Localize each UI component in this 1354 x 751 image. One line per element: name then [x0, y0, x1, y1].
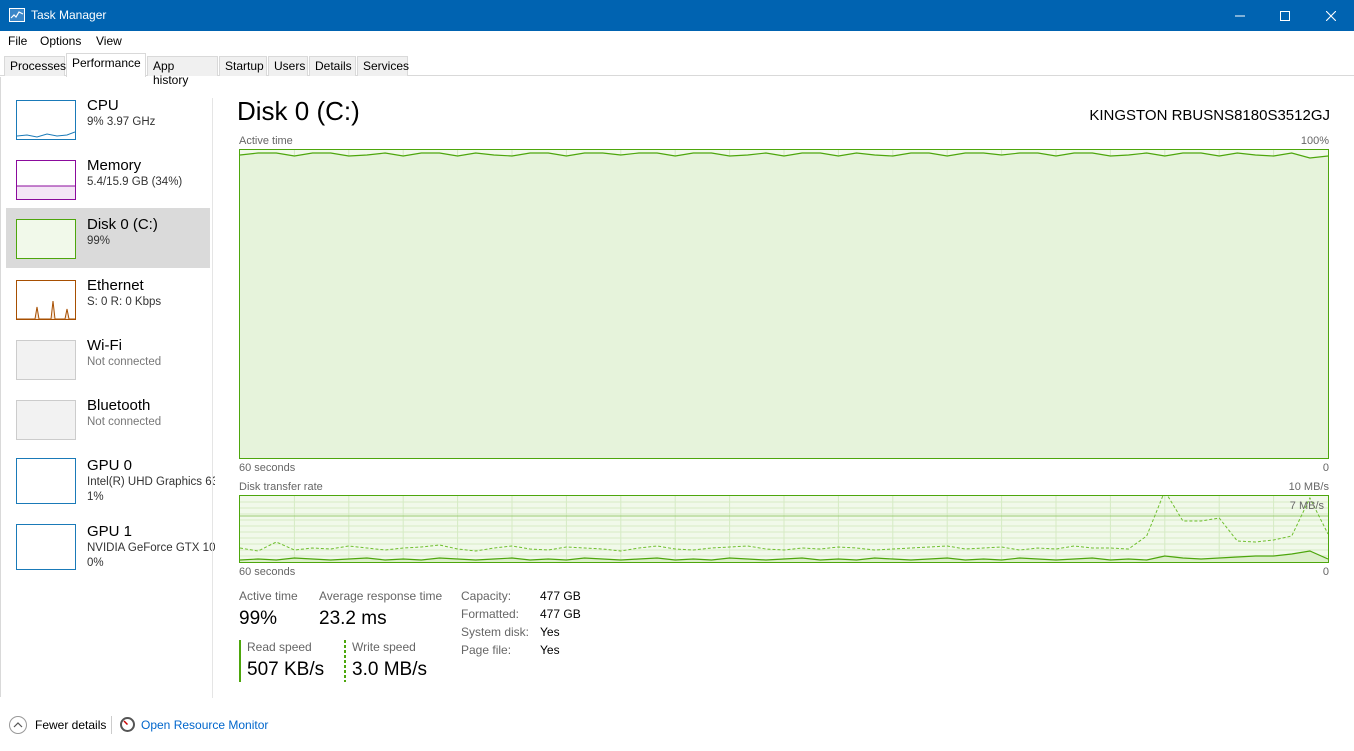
sidebar-item-subtitle: S: 0 R: 0 Kbps — [87, 296, 162, 308]
sidebar-item-memory[interactable]: Memory 5.4/15.9 GB (34%) — [6, 149, 210, 209]
sidebar-item-disk[interactable]: Disk 0 (C:) 99% — [6, 208, 210, 268]
menu-view[interactable]: View — [96, 34, 122, 48]
sidebar-item-wifi[interactable]: Wi-Fi Not connected — [6, 329, 210, 389]
menu-file[interactable]: File — [8, 34, 27, 48]
tab-users[interactable]: Users — [268, 56, 308, 76]
avg-response-value: 23.2 ms — [319, 608, 387, 629]
tab-bar: Processes Performance App history Startu… — [0, 52, 1354, 87]
footer-separator — [111, 716, 112, 734]
active-time-chart — [240, 150, 1328, 458]
active-time-axis-zero: 0 — [1322, 462, 1329, 474]
sidebar-item-gpu0[interactable]: GPU 0 Intel(R) UHD Graphics 630 1% — [6, 449, 215, 511]
open-resource-monitor-link[interactable]: Open Resource Monitor — [141, 718, 268, 732]
transfer-axis-time: 60 seconds — [239, 566, 296, 578]
transfer-graph-label: Disk transfer rate — [239, 481, 323, 493]
sidebar-item-title: GPU 1 — [87, 523, 133, 540]
active-time-max-label: 100% — [1300, 135, 1329, 147]
write-speed-label: Write speed — [352, 640, 416, 654]
pane-divider[interactable] — [212, 98, 213, 698]
resource-monitor-icon[interactable] — [120, 717, 135, 732]
sidebar: CPU 9% 3.97 GHz Memory 5.4/15.9 GB (34%)… — [0, 77, 215, 697]
sidebar-item-bluetooth[interactable]: Bluetooth Not connected — [6, 389, 210, 449]
active-time-graph — [239, 149, 1329, 459]
sidebar-item-subtitle: NVIDIA GeForce GTX 1060 — [87, 542, 215, 554]
tab-app-history[interactable]: App history — [147, 56, 218, 87]
ethernet-thumbnail-graph — [16, 280, 76, 320]
sidebar-item-value: 0% — [87, 557, 104, 569]
disk-model-name: KINGSTON RBUSNS8180S3512GJ — [1089, 107, 1330, 124]
sidebar-item-value: 1% — [87, 491, 104, 503]
sidebar-item-title: Disk 0 (C:) — [87, 216, 158, 233]
capacity-label: Capacity: — [461, 589, 512, 603]
sidebar-item-title: Bluetooth — [87, 397, 151, 414]
active-time-graph-label: Active time — [239, 135, 293, 147]
menu-bar: File Options View — [0, 31, 1354, 52]
gpu0-thumbnail-graph — [16, 458, 76, 504]
transfer-max-label: 10 MB/s — [1288, 481, 1329, 493]
sidebar-item-subtitle: 5.4/15.9 GB (34%) — [87, 176, 183, 188]
tab-performance[interactable]: Performance — [66, 53, 146, 77]
transfer-rate-chart — [240, 496, 1328, 562]
capacity-value: 477 GB — [540, 589, 581, 603]
sidebar-item-subtitle: Not connected — [87, 356, 162, 368]
sidebar-item-subtitle: 9% 3.97 GHz — [87, 116, 156, 128]
page-file-value: Yes — [540, 643, 560, 657]
active-time-stat-value: 99% — [239, 608, 278, 629]
transfer-rate-graph: 7 MB/s — [239, 495, 1329, 563]
sidebar-item-gpu1[interactable]: GPU 1 NVIDIA GeForce GTX 1060 0% — [6, 515, 215, 577]
transfer-axis-zero: 0 — [1322, 566, 1329, 578]
minimize-button[interactable] — [1217, 0, 1263, 31]
title-bar[interactable]: Task Manager — [0, 0, 1354, 31]
bluetooth-thumbnail-graph — [16, 400, 76, 440]
wifi-thumbnail-graph — [16, 340, 76, 380]
formatted-label: Formatted: — [461, 607, 520, 621]
avg-response-label: Average response time — [319, 589, 443, 603]
fewer-details-button[interactable]: Fewer details — [35, 718, 106, 732]
sidebar-item-title: Memory — [87, 157, 142, 174]
task-manager-icon — [9, 8, 25, 22]
active-time-area — [240, 153, 1328, 458]
close-button[interactable] — [1308, 0, 1354, 31]
sidebar-item-title: Ethernet — [87, 277, 144, 294]
active-time-stat-label: Active time — [239, 589, 298, 603]
maximize-button[interactable] — [1262, 0, 1308, 31]
active-time-axis-time: 60 seconds — [239, 462, 296, 474]
system-disk-label: System disk: — [461, 625, 530, 639]
tab-processes[interactable]: Processes — [4, 56, 66, 76]
tab-services[interactable]: Services — [357, 56, 409, 76]
sidebar-item-subtitle: Not connected — [87, 416, 162, 428]
read-speed-label: Read speed — [247, 640, 312, 654]
page-file-label: Page file: — [461, 643, 512, 657]
sidebar-item-title: GPU 0 — [87, 457, 133, 474]
memory-thumbnail-graph — [16, 160, 76, 200]
close-icon — [1326, 10, 1336, 21]
transfer-marker-label: 7 MB/s — [1289, 500, 1324, 512]
write-speed-value: 3.0 MB/s — [352, 659, 427, 680]
read-speed-value: 507 KB/s — [247, 659, 325, 680]
system-disk-value: Yes — [540, 625, 560, 639]
page-title: Disk 0 (C:) — [237, 96, 360, 126]
read-speed-indicator — [239, 640, 241, 682]
disk-thumbnail-graph — [16, 219, 76, 259]
sidebar-item-title: CPU — [87, 97, 119, 114]
window-title: Task Manager — [31, 8, 107, 22]
sidebar-item-cpu[interactable]: CPU 9% 3.97 GHz — [6, 89, 210, 149]
chevron-up-icon[interactable] — [9, 716, 27, 734]
sidebar-item-subtitle: 99% — [87, 235, 111, 247]
tab-details[interactable]: Details — [309, 56, 356, 76]
maximize-icon — [1280, 10, 1290, 21]
footer: Fewer details Open Resource Monitor — [0, 706, 1354, 746]
write-speed-indicator — [344, 640, 346, 682]
minimize-icon — [1235, 15, 1245, 16]
menu-options[interactable]: Options — [40, 34, 81, 48]
sidebar-item-ethernet[interactable]: Ethernet S: 0 R: 0 Kbps — [6, 269, 210, 329]
sidebar-item-title: Wi-Fi — [87, 337, 122, 354]
gpu1-thumbnail-graph — [16, 524, 76, 570]
tab-startup[interactable]: Startup — [219, 56, 267, 76]
formatted-value: 477 GB — [540, 607, 581, 621]
cpu-thumbnail-graph — [16, 100, 76, 140]
sidebar-item-subtitle: Intel(R) UHD Graphics 630 — [87, 476, 215, 488]
